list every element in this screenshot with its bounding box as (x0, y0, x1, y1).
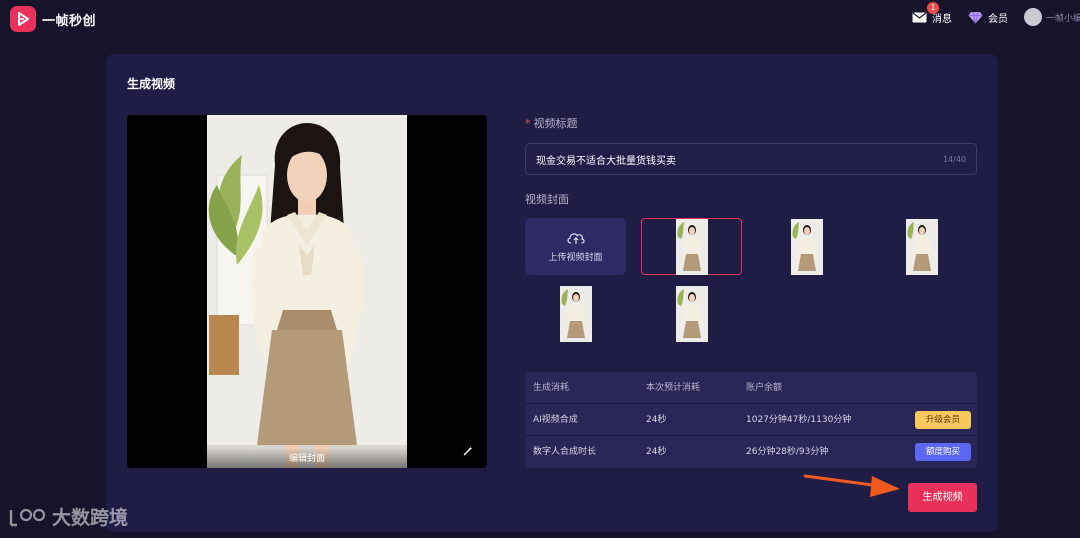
column-header: 本次预计消耗 (646, 383, 701, 393)
video-cover-label: 视频封面 (525, 193, 569, 206)
cover-thumbnail (905, 218, 938, 275)
video-preview: 编辑封面 (127, 115, 487, 468)
presenter-frame (207, 115, 407, 468)
cover-option-4[interactable] (525, 285, 626, 342)
annotation-arrow-icon (803, 474, 900, 497)
app-name: 一帧秒创 (42, 13, 97, 29)
upload-cover-label: 上传视频封面 (548, 253, 603, 263)
mail-icon (912, 12, 927, 22)
cost-table: 生成消耗 本次预计消耗 账户余额 AI视频合成 24秒 1027分钟47秒/11… (525, 372, 977, 468)
cover-option-5[interactable] (641, 285, 742, 342)
account-balance: 1027分钟47秒/1130分钟 (746, 415, 852, 425)
presenter-image (207, 115, 407, 468)
cloud-upload-icon (566, 233, 585, 244)
account-balance: 26分钟28秒/93分钟 (746, 447, 829, 457)
column-header: 生成消耗 (533, 383, 570, 393)
avatar[interactable] (1024, 8, 1042, 26)
cost-table-header: 生成消耗 本次预计消耗 账户余额 (525, 372, 977, 404)
edit-cover-button[interactable]: 编辑封面 (207, 448, 407, 468)
cost-estimate: 24秒 (646, 415, 667, 425)
title-char-counter: 14/40 (942, 154, 966, 164)
cover-thumbnail (790, 218, 823, 275)
cover-thumbnail (675, 285, 708, 342)
upload-cover-button[interactable]: 上传视频封面 (525, 218, 626, 275)
app-logo[interactable]: 一帧秒创 (10, 6, 96, 32)
cost-estimate: 24秒 (646, 447, 667, 457)
message-count-badge: 1 (927, 1, 939, 14)
messages-link[interactable]: 1 消息 (912, 1, 952, 25)
cover-option-1[interactable] (641, 218, 742, 275)
video-title-value: 现金交易不适合大批量货钱买卖 (536, 155, 676, 167)
cost-item: AI视频合成 (533, 415, 578, 425)
diamond-icon (968, 11, 983, 24)
cover-option-2[interactable] (756, 218, 857, 275)
logo-play-icon (10, 6, 36, 32)
upgrade-member-button[interactable]: 升级会员 (915, 411, 971, 429)
required-mark: * (525, 117, 531, 130)
cover-option-3[interactable] (871, 218, 972, 275)
watermark-text: 大数跨境 (52, 507, 129, 529)
username[interactable]: 一帧小编 (1046, 11, 1080, 24)
generate-video-card: 生成视频 编辑封面 * 视频标题 现金交易不适合大批量货钱买卖 14/40 视频… (106, 54, 998, 532)
cover-thumbnail (559, 285, 592, 342)
top-bar: 一帧秒创 1 消息 会员 一帧小编 (0, 0, 1080, 38)
table-row: AI视频合成 24秒 1027分钟47秒/1130分钟 升级会员 (525, 403, 977, 435)
buy-quota-button[interactable]: 额度购买 (915, 443, 971, 461)
video-title-input[interactable]: 现金交易不适合大批量货钱买卖 14/40 (525, 143, 977, 175)
column-header: 账户余额 (746, 383, 783, 393)
cost-item: 数字人合成时长 (533, 447, 597, 457)
table-row: 数字人合成时长 24秒 26分钟28秒/93分钟 额度购买 (525, 435, 977, 467)
video-title-label: * 视频标题 (525, 117, 578, 130)
generate-video-button[interactable]: 生成视频 (908, 483, 977, 512)
magic-wand-icon[interactable] (463, 446, 473, 456)
watermark-logo-icon (9, 508, 46, 526)
cover-thumbnail (675, 218, 708, 275)
watermark: 大数跨境 (8, 503, 128, 530)
page-title: 生成视频 (127, 77, 176, 91)
member-link[interactable]: 会员 (968, 10, 1008, 25)
member-label: 会员 (988, 13, 1008, 25)
